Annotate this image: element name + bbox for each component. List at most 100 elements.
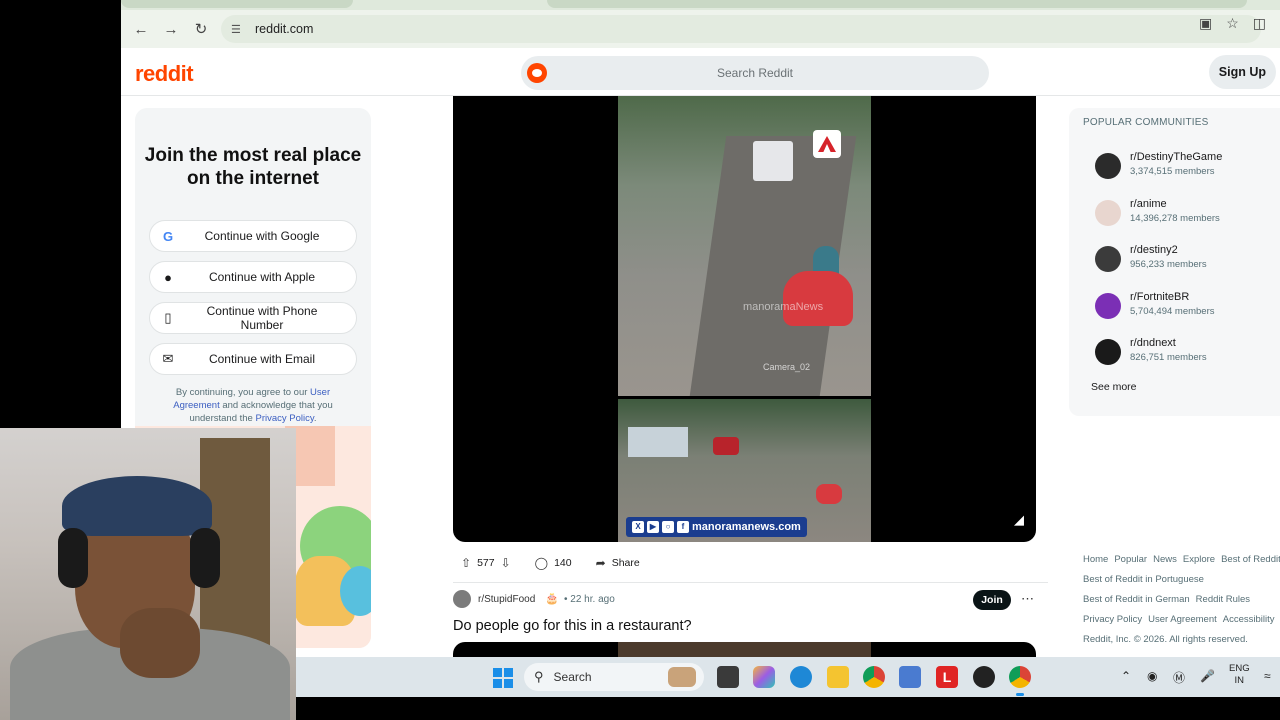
footer-link[interactable]: Privacy Policy — [1083, 614, 1142, 625]
volume-icon[interactable]: ◢ — [1014, 512, 1024, 528]
language-indicator[interactable]: ENG IN — [1229, 663, 1250, 687]
tray-app-icon[interactable]: ◉ — [1147, 669, 1157, 683]
install-icon[interactable]: ▣ — [1199, 15, 1212, 32]
back-button[interactable]: ← — [126, 14, 156, 44]
start-button[interactable] — [493, 668, 513, 688]
continue-with-email-button[interactable]: ✉ Continue with Email — [149, 343, 357, 375]
webcam-overlay — [0, 428, 296, 720]
bus — [753, 141, 793, 181]
footer-link[interactable]: Home — [1083, 554, 1108, 565]
file-explorer-icon[interactable] — [827, 666, 849, 688]
scooter — [816, 484, 842, 504]
join-card-title: Join the most real place on the internet — [144, 145, 362, 189]
subreddit-link[interactable]: r/StupidFood — [478, 594, 535, 605]
tab[interactable] — [121, 0, 353, 8]
footer-link[interactable]: Reddit Rules — [1196, 594, 1250, 605]
instagram-social-icon: ○ — [662, 521, 674, 533]
comment-icon: ◯ — [534, 556, 549, 570]
footer-link[interactable]: Best of Reddit — [1221, 554, 1280, 565]
search-icon: ⚲ — [534, 669, 544, 684]
community-members: 14,396,278 members — [1130, 213, 1220, 224]
tray-overflow-icon[interactable]: ⌃ — [1121, 669, 1131, 683]
community-item[interactable]: r/dndnext 826,751 members — [1095, 337, 1280, 367]
community-avatar — [1095, 153, 1121, 179]
facebook-social-icon: f — [677, 521, 689, 533]
tray-m-icon[interactable]: Ⓜ — [1173, 669, 1185, 686]
tab-strip — [121, 0, 1280, 10]
phone-icon: ▯ — [164, 310, 172, 325]
l-app-icon[interactable]: L — [936, 666, 958, 688]
edge-icon[interactable] — [790, 666, 812, 688]
headphones-left — [58, 528, 88, 588]
join-button[interactable]: Join — [973, 590, 1011, 610]
vote-count: 577 — [477, 557, 495, 569]
search-bar[interactable]: Search Reddit — [521, 56, 989, 90]
comments-button[interactable]: ◯ 140 — [526, 550, 580, 576]
fine-print-text: By continuing, you agree to our — [175, 387, 311, 398]
continue-with-apple-button[interactable]: ● Continue with Apple — [149, 261, 357, 293]
search-highlight-image — [668, 667, 696, 687]
community-members: 826,751 members — [1130, 352, 1207, 363]
brand-bar-url: manoramanews.com — [692, 521, 801, 533]
continue-with-phone-button[interactable]: ▯ Continue with Phone Number — [149, 302, 357, 334]
footer-link[interactable]: Explore — [1183, 554, 1215, 565]
footer-row: Best of Reddit in German Reddit Rules — [1083, 590, 1280, 610]
comment-count: 140 — [554, 557, 572, 569]
reddit-logo[interactable]: reddit — [135, 61, 194, 87]
lang-primary: ENG — [1229, 663, 1250, 674]
community-item[interactable]: r/DestinyTheGame 3,374,515 members — [1095, 151, 1280, 181]
terms-fine-print: By continuing, you agree to our User Agr… — [159, 386, 347, 425]
footer-link[interactable]: Best of Reddit in German — [1083, 594, 1190, 605]
community-item[interactable]: r/anime 14,396,278 members — [1095, 198, 1280, 228]
sign-up-button[interactable]: Sign Up — [1208, 55, 1276, 89]
forward-button[interactable]: → — [156, 14, 186, 44]
community-item[interactable]: r/destiny2 956,233 members — [1095, 244, 1280, 274]
post-video-player[interactable]: manoramaNews Camera_02 X ▶ ○ f manoraman… — [453, 96, 1036, 542]
community-item[interactable]: r/FortniteBR 5,704,494 members — [1095, 291, 1280, 321]
task-view-icon[interactable] — [717, 666, 739, 688]
headphones-right — [190, 528, 220, 588]
apple-icon: ● — [164, 269, 172, 285]
post-meta: r/StupidFood 🎂 • 22 hr. ago Join ⋯ — [453, 590, 1048, 610]
extensions-icon[interactable]: ◫ — [1253, 15, 1266, 32]
chrome-icon[interactable] — [863, 666, 885, 688]
windows-taskbar: ⚲ Search L ⌃ ◉ Ⓜ 🎤 ENG IN ≈ — [296, 657, 1280, 697]
taskbar-search[interactable]: ⚲ Search — [524, 663, 704, 691]
taskbar-search-label: Search — [553, 670, 592, 684]
footer-link[interactable]: Accessibility — [1223, 614, 1275, 625]
downvote-icon[interactable]: ⇩ — [501, 556, 511, 570]
auth-button-label: Continue with Phone Number — [206, 304, 318, 332]
footer-row: Home Popular News Explore Best of Reddit — [1083, 550, 1280, 570]
subreddit-avatar[interactable] — [453, 590, 471, 608]
site-info-icon[interactable]: ☰ — [231, 23, 245, 36]
footer-link[interactable]: Popular — [1114, 554, 1147, 565]
chrome-active-icon[interactable] — [1009, 666, 1031, 696]
browser-toolbar: ← → ↻ ☰ reddit.com ▣ ☆ ◫ — [121, 10, 1280, 48]
microphone-icon[interactable]: 🎤 — [1200, 669, 1215, 683]
see-more-link[interactable]: See more — [1091, 381, 1137, 393]
more-options-icon[interactable]: ⋯ — [1021, 591, 1034, 607]
share-button[interactable]: ➦ Share — [587, 550, 648, 576]
upvote-icon[interactable]: ⇧ — [461, 556, 471, 570]
address-bar[interactable]: ☰ reddit.com — [221, 15, 1261, 43]
footer-link[interactable]: News — [1153, 554, 1177, 565]
popular-communities-panel: POPULAR COMMUNITIES r/DestinyTheGame 3,3… — [1069, 108, 1280, 416]
reload-button[interactable]: ↻ — [186, 14, 216, 44]
bookmark-star-icon[interactable]: ☆ — [1226, 15, 1239, 32]
footer-link[interactable]: User Agreement — [1148, 614, 1217, 625]
post-title[interactable]: Do people go for this in a restaurant? — [453, 618, 692, 634]
person-cap — [62, 476, 212, 536]
footer-row: Best of Reddit in Portuguese — [1083, 570, 1280, 590]
footer-link[interactable]: Best of Reddit in Portuguese — [1083, 574, 1204, 585]
popular-communities-header: POPULAR COMMUNITIES — [1083, 117, 1209, 128]
community-name: r/DestinyTheGame — [1130, 151, 1223, 163]
store-icon[interactable] — [899, 666, 921, 688]
tab[interactable] — [547, 0, 1247, 8]
media-app-icon[interactable] — [973, 666, 995, 688]
wifi-icon[interactable]: ≈ — [1264, 669, 1271, 683]
lang-secondary: IN — [1234, 675, 1245, 686]
continue-with-google-button[interactable]: G Continue with Google — [149, 220, 357, 252]
privacy-policy-link[interactable]: Privacy Policy — [255, 413, 313, 424]
copilot-icon[interactable] — [753, 666, 775, 688]
community-avatar — [1095, 293, 1121, 319]
